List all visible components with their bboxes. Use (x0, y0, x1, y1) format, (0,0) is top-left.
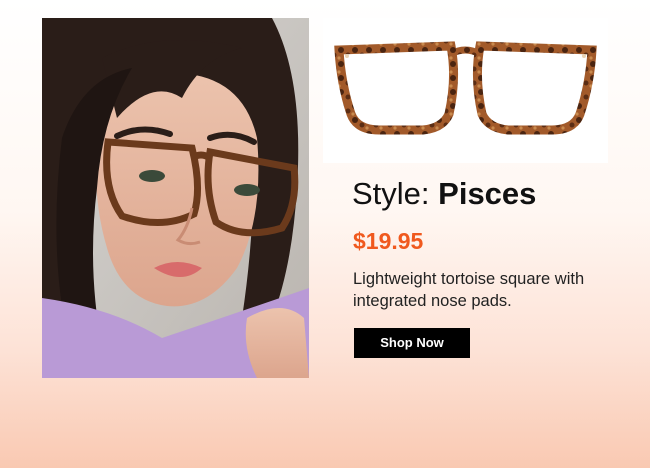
glasses-icon (334, 41, 597, 135)
style-label: Style: (352, 176, 430, 211)
product-photo (323, 18, 608, 163)
style-name: Pisces (438, 176, 537, 211)
model-photo-illustration (42, 18, 309, 378)
model-photo (42, 18, 309, 378)
shop-now-button[interactable]: Shop Now (354, 328, 470, 358)
product-description: Lightweight tortoise square with integra… (353, 270, 585, 310)
product-price: $19.95 (353, 228, 424, 254)
product-title: Style: Pisces (352, 174, 536, 214)
